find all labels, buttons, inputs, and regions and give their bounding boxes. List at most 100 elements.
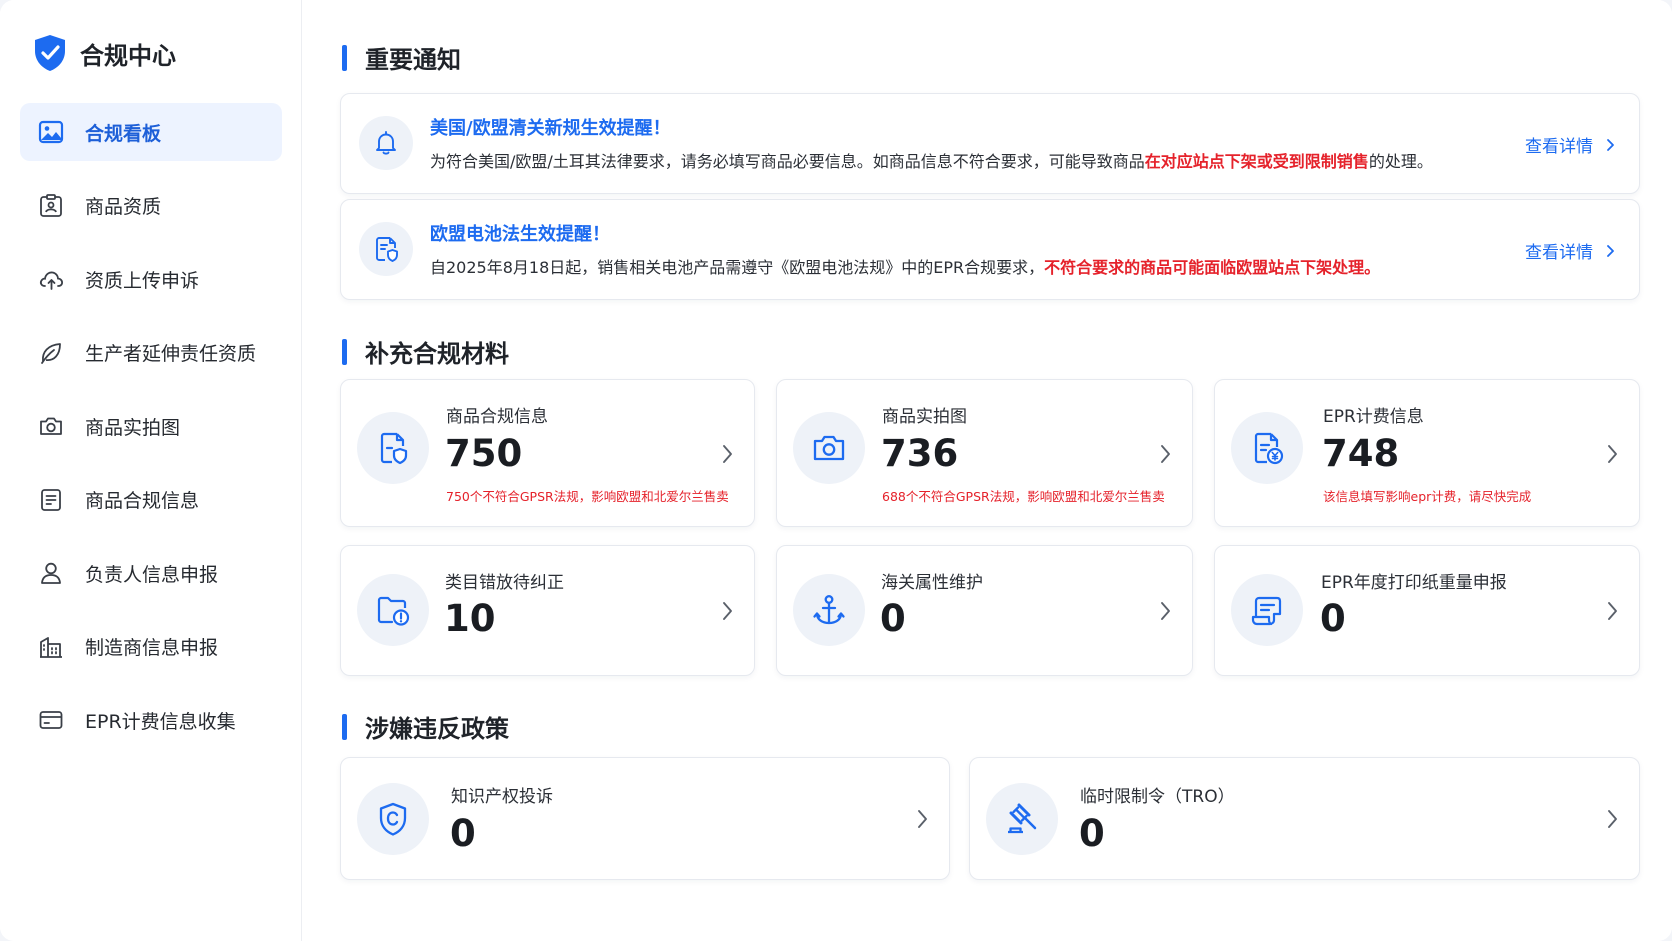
card-label: 知识产权投诉	[451, 787, 553, 807]
card-value: 736	[881, 432, 959, 475]
bell-icon	[359, 116, 413, 170]
anchor-icon	[793, 574, 865, 646]
chevron-right-icon	[1161, 445, 1170, 463]
card-epr-paper-weight[interactable]: EPR年度打印纸重量申报 0	[1214, 545, 1640, 676]
chevron-right-icon	[1608, 445, 1617, 463]
building-icon	[37, 633, 65, 661]
card-label: 临时限制令（TRO）	[1080, 787, 1235, 807]
card-value: 0	[1320, 597, 1346, 640]
paper-scroll-icon	[1231, 574, 1303, 646]
sidebar-item-responsible-person[interactable]: 负责人信息申报	[20, 544, 282, 602]
card-customs-attributes[interactable]: 海关属性维护 0	[776, 545, 1193, 676]
card-product-photos[interactable]: 商品实拍图 736 688个不符合GPSR法规，影响欧盟和北爱尔兰售卖	[776, 379, 1193, 527]
leaf-icon	[37, 339, 65, 367]
section-title-notices: 重要通知	[342, 40, 461, 75]
section-title-text: 补充合规材料	[365, 340, 509, 368]
main-content: 重要通知 美国/欧盟清关新规生效提醒！ 为符合美国/欧盟/土耳其法律要求，请务必…	[302, 0, 1672, 941]
folder-alert-icon	[357, 574, 429, 646]
section-title-text: 重要通知	[365, 46, 461, 74]
id-card-icon	[37, 192, 65, 220]
dashboard-image-icon	[37, 118, 65, 146]
sidebar-item-label: EPR计费信息收集	[85, 710, 236, 733]
card-label: 商品实拍图	[882, 407, 967, 427]
chevron-right-icon	[918, 810, 927, 828]
card-epr-billing[interactable]: EPR计费信息 748 该信息填写影响epr计费，请尽快完成	[1214, 379, 1640, 527]
camera-icon	[793, 412, 865, 484]
user-icon	[37, 559, 65, 587]
shield-check-icon	[35, 35, 65, 71]
sidebar-item-label: 资质上传申诉	[85, 269, 200, 292]
notice-body-highlight: 不符合要求的商品可能面临欧盟站点下架处理。	[1044, 258, 1381, 277]
sidebar-item-dashboard[interactable]: 合规看板	[20, 103, 282, 161]
section-accent-bar	[342, 713, 347, 740]
cloud-upload-icon	[37, 265, 65, 293]
document-shield-icon	[359, 222, 413, 276]
notice-battery-regulation: 欧盟电池法生效提醒！ 自2025年8月18日起，销售相关电池产品需遵守《欧盟电池…	[340, 199, 1640, 300]
sidebar-item-compliance-info[interactable]: 商品合规信息	[20, 471, 282, 529]
chevron-right-icon	[1608, 810, 1617, 828]
card-value: 0	[880, 597, 906, 640]
sidebar-item-label: 商品合规信息	[85, 490, 200, 512]
notice-customs-rules: 美国/欧盟清关新规生效提醒！ 为符合美国/欧盟/土耳其法律要求，请务必填写商品必…	[340, 93, 1640, 194]
notice-title: 美国/欧盟清关新规生效提醒！	[430, 118, 671, 139]
app-title: 合规中心	[80, 41, 176, 70]
copyright-shield-icon	[357, 783, 429, 855]
section-accent-bar	[342, 44, 347, 71]
compliance-center-window: 合规中心 合规看板 商品资质 资质上传申诉 生产者延伸责任资质 商品实拍图 商品…	[0, 0, 1672, 941]
card-warning: 750个不符合GPSR法规，影响欧盟和北爱尔兰售卖	[446, 489, 729, 504]
card-category-correction[interactable]: 类目错放待纠正 10	[340, 545, 755, 676]
sidebar-item-product-qualification[interactable]: 商品资质	[20, 177, 282, 235]
view-details-link[interactable]: 查看详情	[1525, 132, 1617, 157]
brand: 合规中心	[33, 34, 176, 72]
section-accent-bar	[342, 338, 347, 365]
sidebar-item-label: 商品实拍图	[85, 416, 181, 439]
view-details-link[interactable]: 查看详情	[1525, 238, 1617, 263]
sidebar-item-epr-qualification[interactable]: 生产者延伸责任资质	[20, 324, 282, 382]
card-value: 10	[444, 597, 496, 640]
view-details-label: 查看详情	[1525, 137, 1593, 157]
card-warning: 该信息填写影响epr计费，请尽快完成	[1323, 489, 1532, 504]
card-label: EPR年度打印纸重量申报	[1321, 573, 1507, 593]
chevron-right-icon	[1607, 138, 1614, 151]
notice-body: 自2025年8月18日起，销售相关电池产品需遵守《欧盟电池法规》中的EPR合规要…	[430, 254, 1380, 278]
notice-title: 欧盟电池法生效提醒！	[430, 224, 610, 245]
chevron-right-icon	[1607, 244, 1614, 257]
card-value: 750	[445, 432, 523, 475]
yen-document-icon	[1231, 412, 1303, 484]
card-label: 类目错放待纠正	[445, 573, 564, 593]
notice-body-highlight: 在对应站点下架或受到限制销售	[1144, 152, 1369, 171]
sidebar-item-product-photos[interactable]: 商品实拍图	[20, 397, 282, 455]
section-title-materials: 补充合规材料	[342, 334, 509, 369]
sidebar-item-label: 负责人信息申报	[85, 563, 219, 586]
card-ip-complaints[interactable]: 知识产权投诉 0	[340, 757, 950, 880]
card-value: 0	[1079, 812, 1105, 855]
view-details-label: 查看详情	[1525, 243, 1593, 263]
notice-body-text: 的处理。	[1368, 152, 1433, 171]
card-compliance-info[interactable]: 商品合规信息 750 750个不符合GPSR法规，影响欧盟和北爱尔兰售卖	[340, 379, 755, 527]
sidebar-item-label: 生产者延伸责任资质	[85, 343, 257, 365]
card-label: EPR计费信息	[1323, 407, 1424, 427]
document-shield-icon	[357, 412, 429, 484]
sidebar-item-label: 商品资质	[85, 196, 162, 218]
card-warning: 688个不符合GPSR法规，影响欧盟和北爱尔兰售卖	[882, 489, 1165, 504]
card-label: 海关属性维护	[881, 573, 983, 593]
section-title-text: 涉嫌违反政策	[365, 715, 509, 743]
card-label: 商品合规信息	[446, 407, 548, 427]
chevron-right-icon	[1161, 602, 1170, 620]
card-value: 748	[1322, 432, 1400, 475]
sidebar-item-upload-appeal[interactable]: 资质上传申诉	[20, 250, 282, 308]
sidebar-item-label: 制造商信息申报	[85, 637, 219, 659]
camera-icon	[37, 412, 65, 440]
chevron-right-icon	[723, 602, 732, 620]
card-tro[interactable]: 临时限制令（TRO） 0	[969, 757, 1640, 880]
notice-body-text: 自2025年8月18日起，销售相关电池产品需遵守《欧盟电池法规》中的EPR合规要…	[430, 258, 1045, 277]
sidebar-item-label: 合规看板	[85, 122, 162, 145]
card-value: 0	[450, 812, 476, 855]
chevron-right-icon	[1608, 602, 1617, 620]
gavel-icon	[986, 783, 1058, 855]
sidebar-item-epr-billing[interactable]: EPR计费信息收集	[20, 691, 282, 749]
sidebar-nav: 合规看板 商品资质 资质上传申诉 生产者延伸责任资质 商品实拍图 商品合规信息 …	[20, 103, 282, 765]
notice-body: 为符合美国/欧盟/土耳其法律要求，请务必填写商品必要信息。如商品信息不符合要求，…	[430, 148, 1433, 172]
sidebar: 合规中心 合规看板 商品资质 资质上传申诉 生产者延伸责任资质 商品实拍图 商品…	[0, 0, 302, 941]
sidebar-item-manufacturer[interactable]: 制造商信息申报	[20, 618, 282, 676]
